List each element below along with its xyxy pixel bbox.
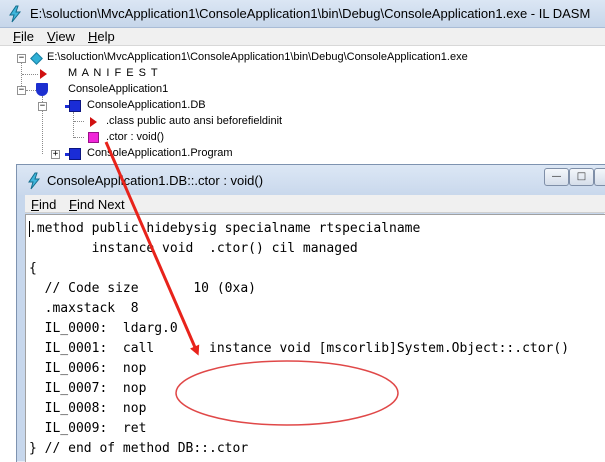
code-line: } // end of method DB::.ctor xyxy=(29,441,249,456)
class-icon xyxy=(65,148,81,160)
disassembly-title-bar[interactable]: ConsoleApplication1.DB::.ctor : void() —… xyxy=(17,165,605,195)
class-icon xyxy=(65,100,81,112)
code-line: instance void .ctor() cil managed xyxy=(29,241,358,256)
menu-find[interactable]: Find xyxy=(31,197,56,212)
menu-help[interactable]: Help xyxy=(88,29,115,44)
collapse-toggle[interactable]: − xyxy=(17,86,26,95)
namespace-icon xyxy=(36,83,48,96)
maximize-button[interactable]: □ xyxy=(569,168,594,186)
collapse-toggle[interactable]: − xyxy=(38,102,47,111)
menu-find-next[interactable]: Find Next xyxy=(69,197,125,212)
tree-item-class-db[interactable]: − ConsoleApplication1.DB xyxy=(0,98,260,114)
tree-item-class-program[interactable]: + ConsoleApplication1.Program xyxy=(0,146,260,162)
code-line: IL_0000: ldarg.0 xyxy=(29,321,178,336)
tree-item-label: .class public auto ansi beforefieldinit xyxy=(106,115,283,127)
tree-item-class-info[interactable]: .class public auto ansi beforefieldinit xyxy=(0,114,300,130)
code-line: // Code size 10 (0xa) xyxy=(29,281,256,296)
tree-item-root[interactable]: − E:\soluction\MvcApplication1\ConsoleAp… xyxy=(0,50,605,66)
code-line: IL_0006: nop xyxy=(29,361,147,376)
menu-file[interactable]: File xyxy=(13,29,34,44)
collapse-toggle[interactable]: − xyxy=(17,54,26,63)
code-lines: .method public hidebysig specialname rts… xyxy=(29,219,569,459)
disassembly-title: ConsoleApplication1.DB::.ctor : void() xyxy=(47,173,264,188)
tree-item-label: .ctor : void() xyxy=(106,131,165,143)
disassembly-window: ConsoleApplication1.DB::.ctor : void() —… xyxy=(16,164,605,462)
manifest-icon xyxy=(40,69,47,79)
method-icon xyxy=(88,132,99,143)
window-title: E:\soluction\MvcApplication1\ConsoleAppl… xyxy=(30,6,591,21)
expand-toggle[interactable]: + xyxy=(51,150,60,159)
tree-item-label: ConsoleApplication1 xyxy=(68,83,169,95)
code-line: IL_0009: ret xyxy=(29,421,147,436)
minimize-button[interactable]: — xyxy=(544,168,569,186)
main-menu-bar: File View Help xyxy=(0,28,605,46)
il-code-view[interactable]: .method public hidebysig specialname rts… xyxy=(25,214,605,462)
main-title-bar[interactable]: E:\soluction\MvcApplication1\ConsoleAppl… xyxy=(0,0,605,28)
code-line: IL_0001: call instance void [mscorlib]Sy… xyxy=(29,341,570,356)
tree-item-label: M A N I F E S T xyxy=(68,67,159,79)
tree-item-label: ConsoleApplication1.Program xyxy=(87,147,233,159)
ildasm-lightning-icon xyxy=(9,5,22,23)
tree-item-label: ConsoleApplication1.DB xyxy=(87,99,206,111)
class-info-icon xyxy=(90,117,97,127)
code-line: { xyxy=(29,261,37,276)
tree-item-manifest[interactable]: M A N I F E S T xyxy=(0,66,200,82)
menu-view[interactable]: View xyxy=(47,29,75,44)
close-button[interactable] xyxy=(594,168,605,186)
tree-item-ctor[interactable]: .ctor : void() xyxy=(0,130,200,146)
disassembly-menu-bar: Find Find Next xyxy=(25,195,605,213)
code-line: IL_0008: nop xyxy=(29,401,147,416)
tree-item-namespace[interactable]: − ConsoleApplication1 xyxy=(0,82,200,98)
ildasm-lightning-icon xyxy=(28,172,41,190)
tree-item-label: E:\soluction\MvcApplication1\ConsoleAppl… xyxy=(47,51,468,63)
code-line: IL_0007: nop xyxy=(29,381,147,396)
code-line: .method public hidebysig specialname rts… xyxy=(29,221,421,236)
assembly-icon xyxy=(30,52,43,65)
code-line: .maxstack 8 xyxy=(29,301,139,316)
